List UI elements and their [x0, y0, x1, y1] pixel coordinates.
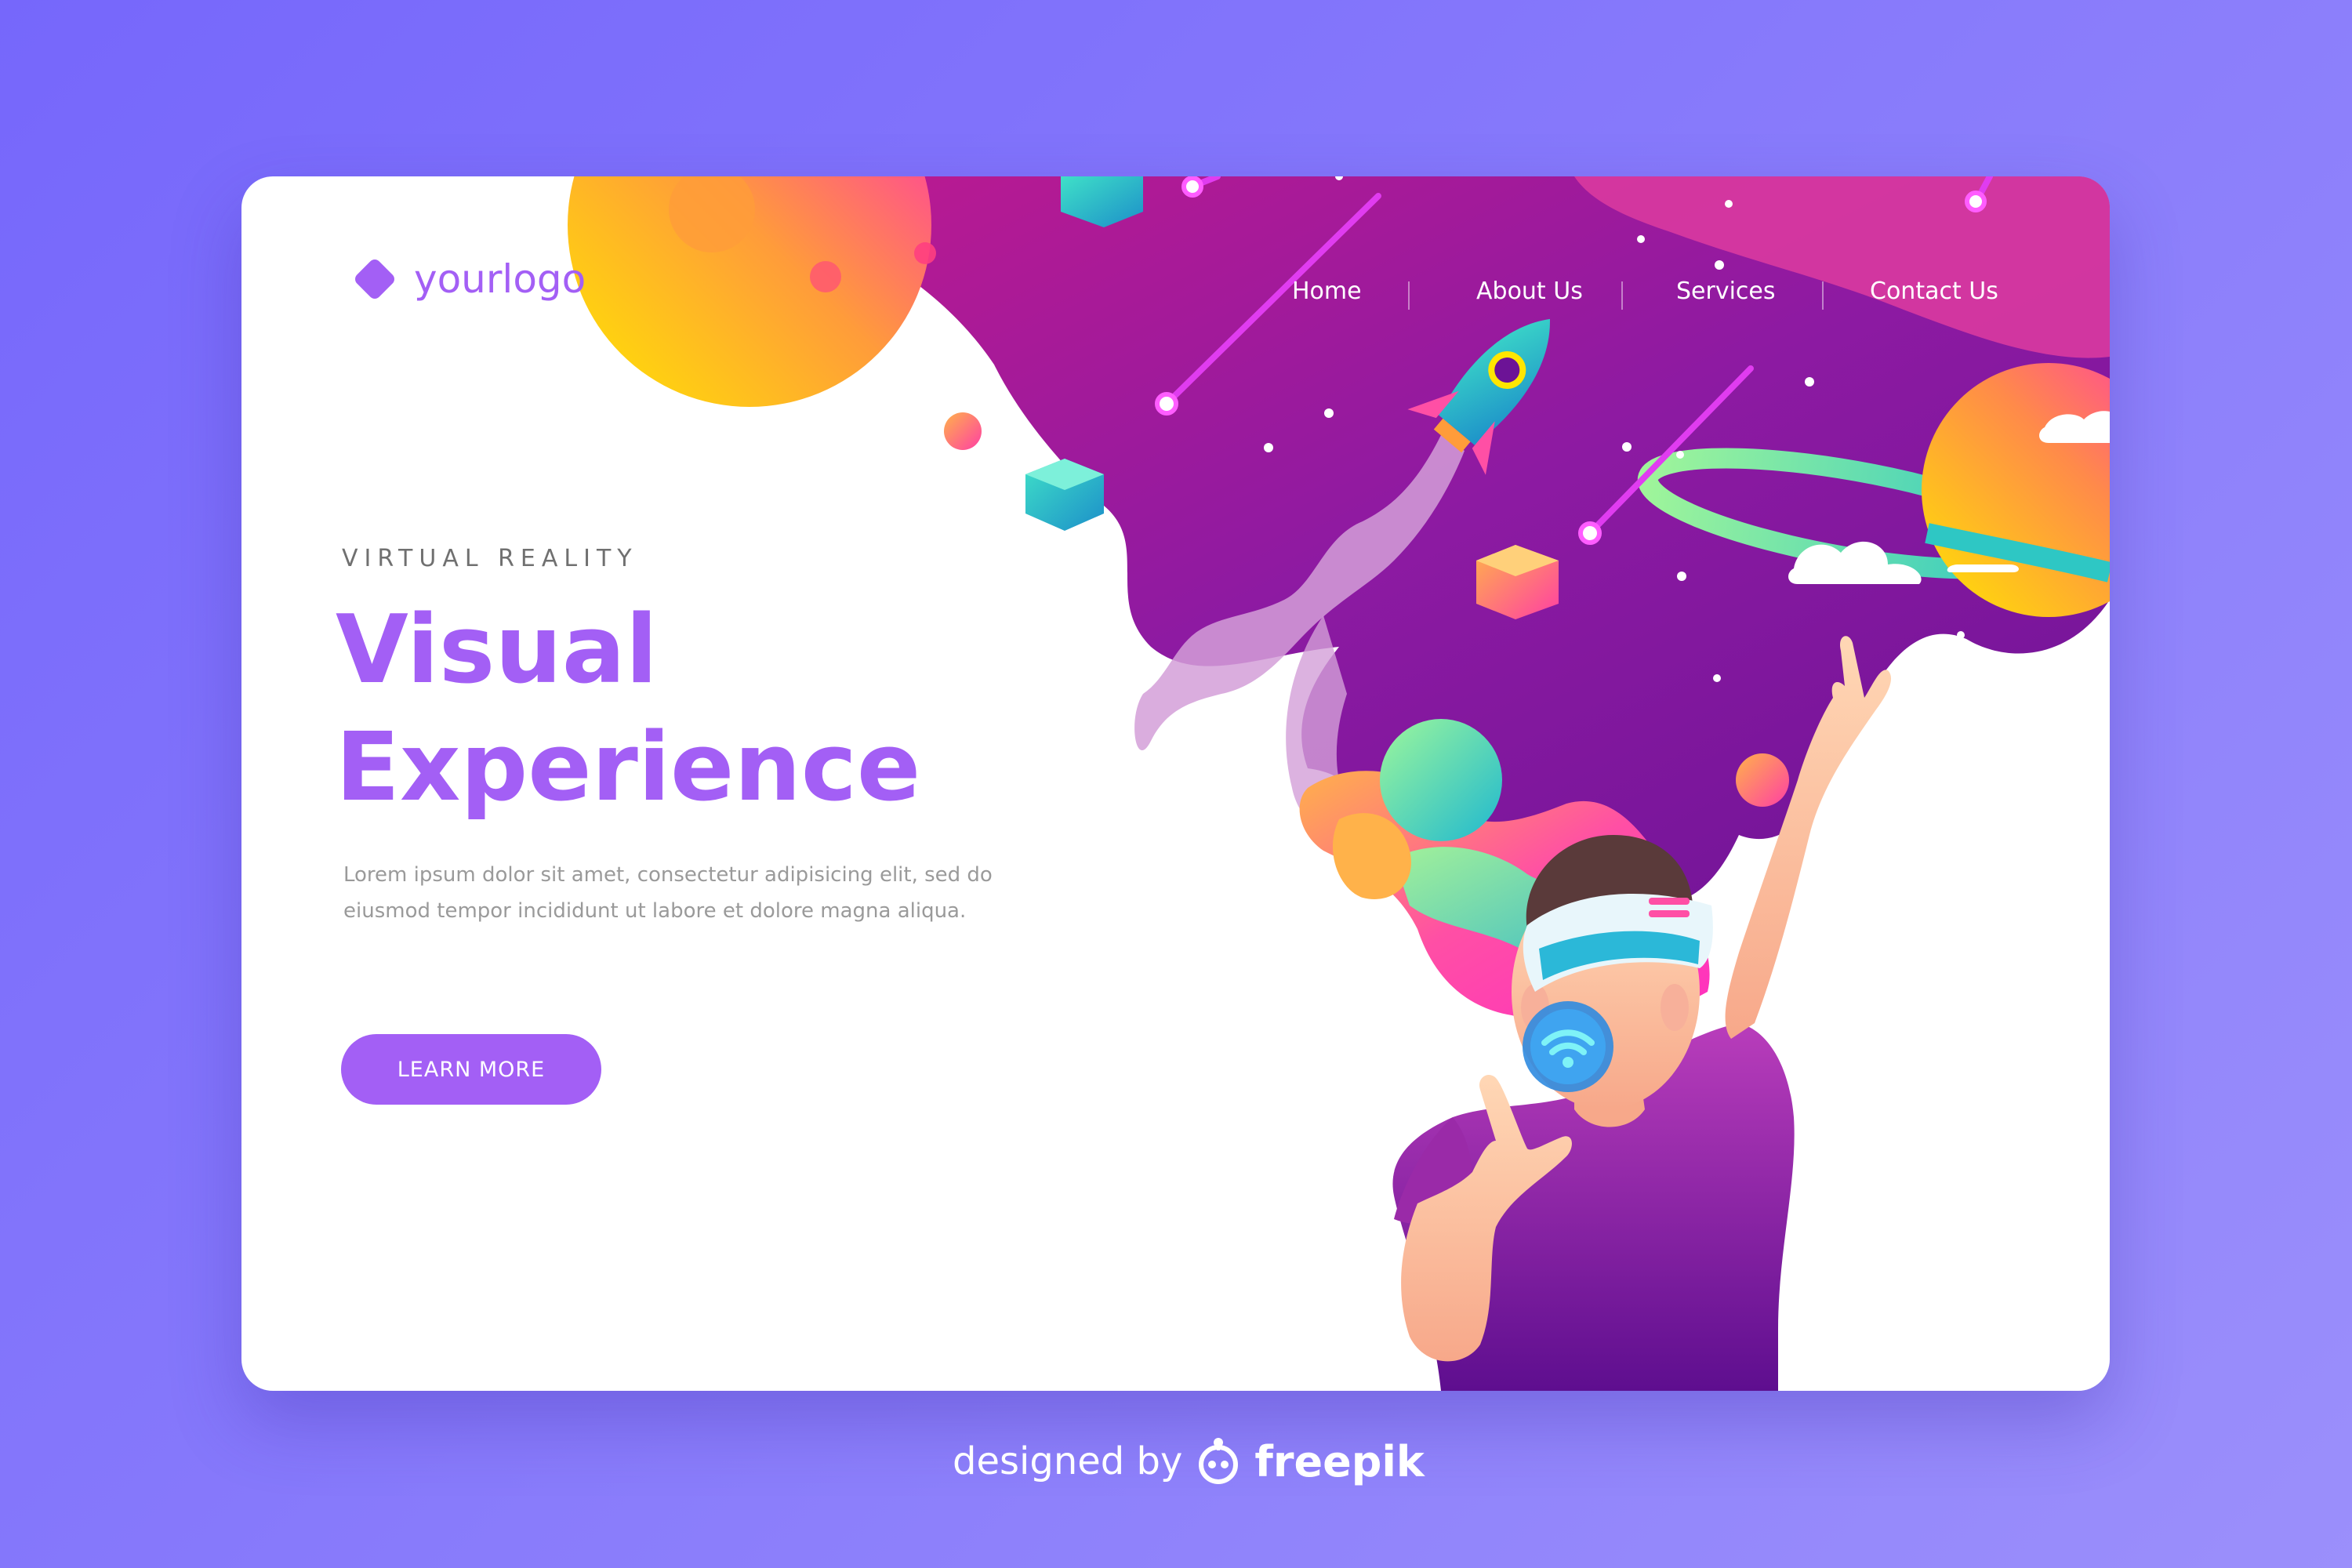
- credit-brand: freepik: [1254, 1436, 1425, 1486]
- nav-item-home[interactable]: Home: [1292, 264, 1362, 319]
- hero-title-line-1: Visual: [336, 596, 658, 705]
- nav-item-about-us[interactable]: About Us: [1476, 264, 1583, 319]
- hero-description: Lorem ipsum dolor sit amet, consectetur …: [343, 863, 993, 923]
- wifi-icon: [1523, 1001, 1613, 1092]
- logo-text: yourlogo: [414, 256, 586, 302]
- hero-eyebrow: VIRTUAL REALITY: [342, 545, 638, 572]
- nav-divider: [1408, 281, 1410, 310]
- nav-divider: [1822, 281, 1824, 310]
- diamond-logo-icon: [352, 256, 397, 302]
- logo[interactable]: yourlogo: [351, 256, 586, 302]
- freepik-mascot-icon: [1199, 1438, 1239, 1484]
- nav-item-contact-us[interactable]: Contact Us: [1870, 264, 1998, 319]
- hero-title-line-2: Experience: [336, 713, 921, 822]
- designer-credit[interactable]: designed by freepik: [953, 1436, 1425, 1486]
- planet-green: [1380, 719, 1502, 841]
- main-nav: Home About Us Services Contact Us: [1292, 264, 2076, 319]
- learn-more-button[interactable]: LEARN MORE: [341, 1034, 601, 1105]
- nav-item-services[interactable]: Services: [1676, 264, 1776, 319]
- landing-card: yourlogo Home About Us Services Contact …: [241, 176, 2110, 1391]
- hero-title: Visual Experience: [336, 592, 920, 827]
- credit-prefix: designed by: [953, 1439, 1183, 1483]
- nav-divider: [1621, 281, 1623, 310]
